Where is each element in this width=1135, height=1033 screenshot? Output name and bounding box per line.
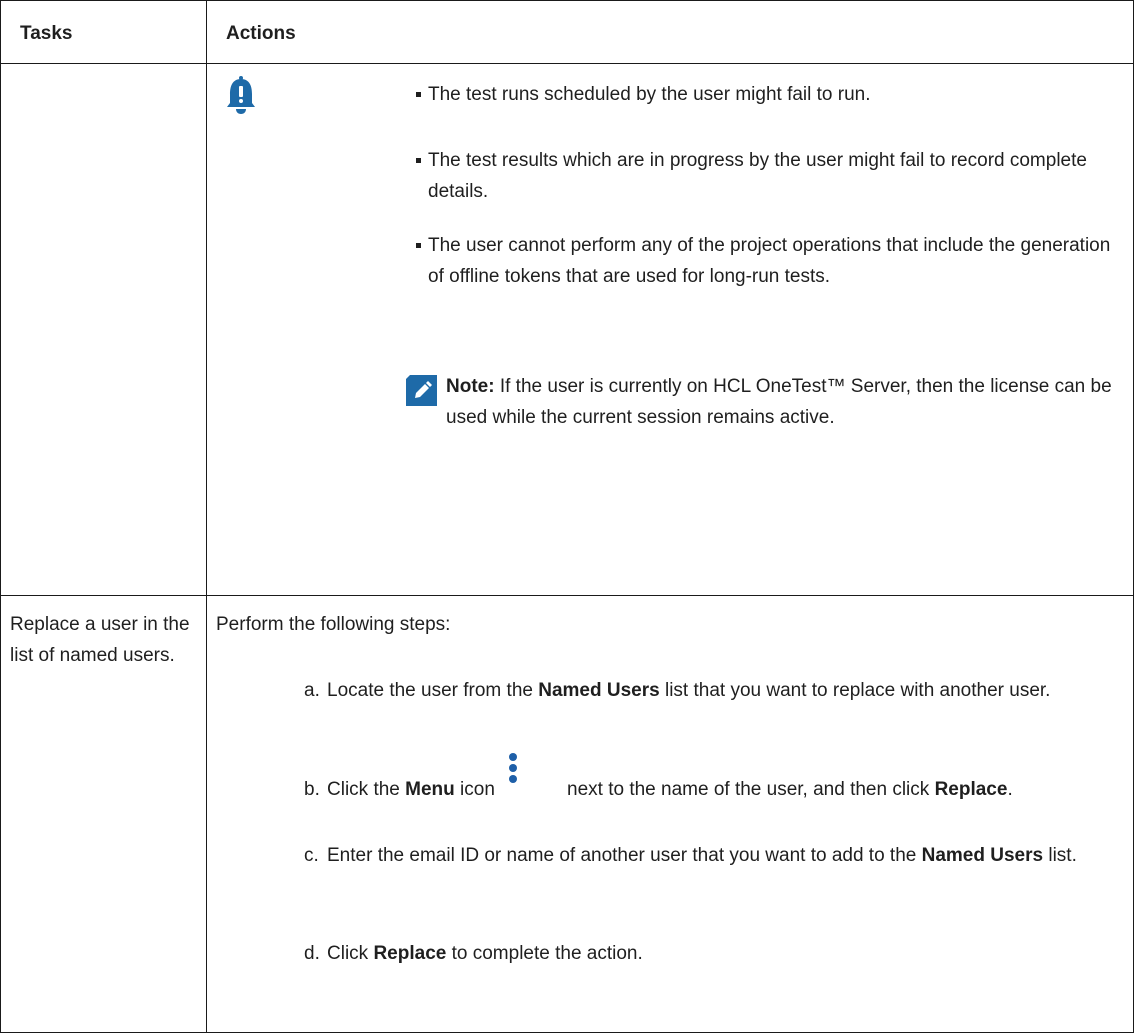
- action-cell: Perform the following steps: a. Locate t…: [206, 595, 1134, 1033]
- task-text: Replace a user in the list of named user…: [10, 614, 190, 666]
- note-label: Note:: [446, 376, 495, 397]
- table-row: The test runs scheduled by the user migh…: [0, 63, 1134, 596]
- step-d-marker: d.: [304, 943, 320, 964]
- step-d-pre: Click: [327, 943, 369, 964]
- tasks-actions-table: Tasks Actions The test runs scheduled by: [0, 0, 1134, 1033]
- step-a-post: list that you want to replace with anoth…: [664, 680, 1051, 701]
- step-b-post: next to the name of the user, and then c…: [567, 779, 930, 800]
- step-b-mid: icon: [460, 779, 495, 800]
- step-d-post: to complete the action.: [451, 943, 643, 964]
- table-row: Replace a user in the list of named user…: [0, 595, 1134, 1033]
- step-c-marker: c.: [304, 845, 319, 866]
- step-a-pre: Locate the user from the: [327, 680, 533, 701]
- step-a-text: Locate the user from the Named Users lis…: [327, 675, 1117, 706]
- caution-item-2: The test results which are in progress b…: [428, 150, 1087, 202]
- step-b-bold-replace: Replace: [934, 779, 1008, 800]
- header-actions: Actions: [206, 0, 1134, 64]
- task-cell-empty: [0, 63, 207, 596]
- action-cell: The test runs scheduled by the user migh…: [206, 63, 1134, 596]
- step-c-text: Enter the email ID or name of another us…: [327, 840, 1117, 871]
- step-b-text-left: Click the Menu icon: [327, 774, 495, 805]
- task-cell: Replace a user in the list of named user…: [0, 595, 207, 1033]
- bullet-marker: [416, 243, 421, 248]
- step-b-marker: b.: [304, 779, 320, 800]
- caution-item-3: The user cannot perform any of the proje…: [428, 235, 1111, 287]
- bullet-marker: [416, 92, 421, 97]
- step-c-post: list.: [1048, 845, 1077, 866]
- note-text: If the user is currently on HCL OneTest™…: [446, 376, 1112, 428]
- step-c-bold: Named Users: [921, 845, 1044, 866]
- steps-intro: Perform the following steps:: [216, 614, 451, 635]
- menu-kebab-icon: [509, 753, 517, 786]
- note-paragraph: Note: If the user is currently on HCL On…: [446, 371, 1126, 433]
- step-a-marker: a.: [304, 680, 320, 701]
- step-b-text-right: next to the name of the user, and then c…: [567, 774, 1013, 805]
- step-d-text: Click Replace to complete the action.: [327, 938, 643, 969]
- note-pencil-icon: [406, 375, 437, 412]
- step-b-bold-menu: Menu: [405, 779, 455, 800]
- header-row: Tasks Actions: [0, 0, 1134, 64]
- bullet-marker: [416, 158, 421, 163]
- step-c-pre: Enter the email ID or name of another us…: [327, 845, 917, 866]
- step-b-pre: Click the: [327, 779, 400, 800]
- header-tasks: Tasks: [0, 0, 207, 64]
- step-a-bold: Named Users: [538, 680, 660, 701]
- step-b-end: .: [1007, 779, 1013, 800]
- caution-bell-icon: [222, 76, 260, 122]
- step-d-bold: Replace: [373, 943, 447, 964]
- caution-item-1: The test runs scheduled by the user migh…: [428, 84, 871, 105]
